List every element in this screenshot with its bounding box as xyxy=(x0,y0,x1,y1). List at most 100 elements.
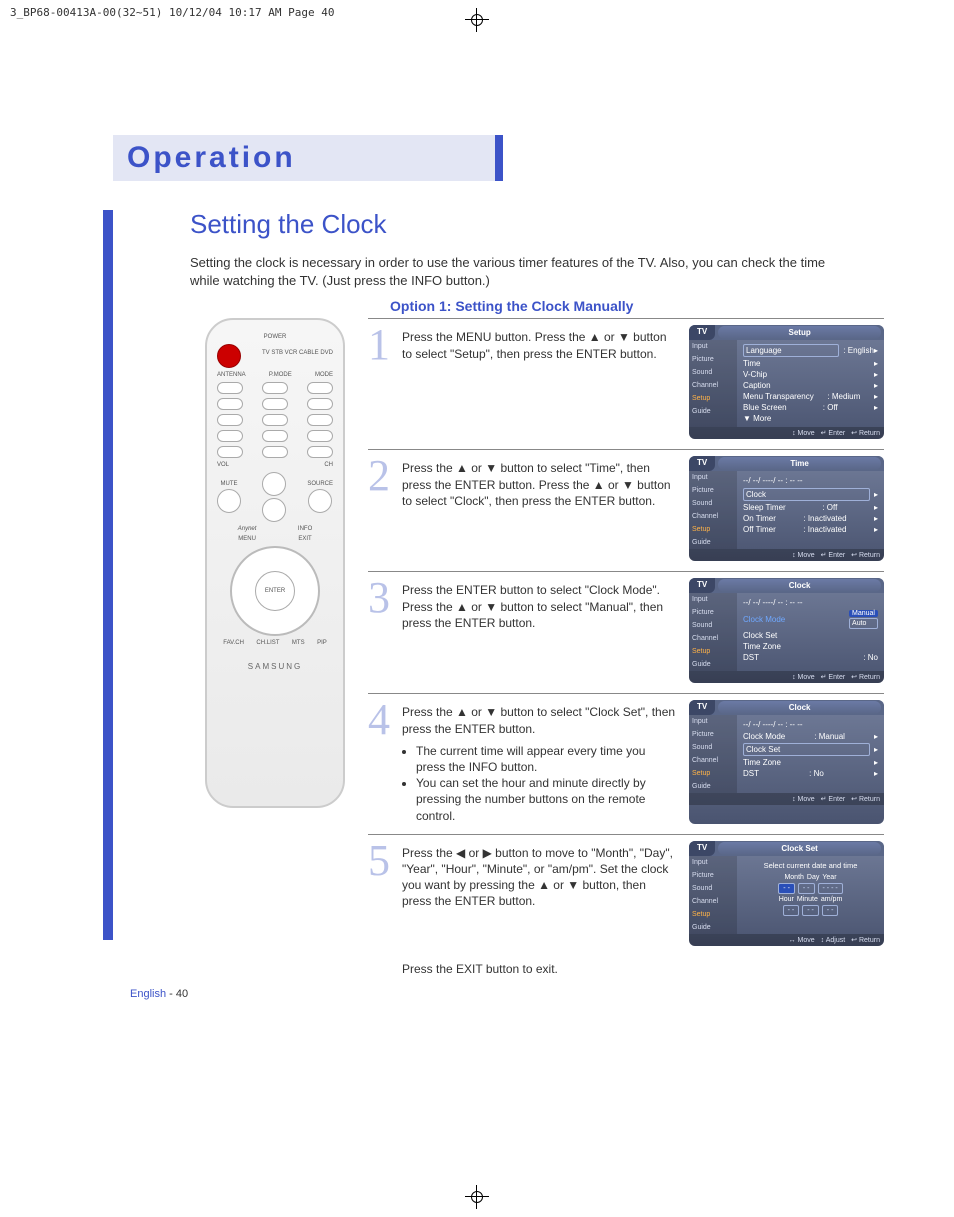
osd-item-label: Clock Set xyxy=(743,631,777,640)
remote-mts-label: MTS xyxy=(292,640,305,646)
osd-title: Setup xyxy=(718,326,881,339)
prech-button[interactable] xyxy=(307,446,333,458)
osd-side-item: Channel xyxy=(689,632,737,645)
dash-button[interactable] xyxy=(217,446,243,458)
num-3-button[interactable] xyxy=(307,398,333,410)
remote-favch-label: FAV.CH xyxy=(223,640,244,646)
osd-field-label: Minute xyxy=(797,896,818,903)
osd-item-label: Off Timer xyxy=(743,525,776,534)
footer-page-num: 40 xyxy=(176,988,188,1000)
osd-item-label: Time Zone xyxy=(743,642,781,651)
osd-screenshot: TVClockInputPictureSoundChannelSetupGuid… xyxy=(689,700,884,823)
chevron-right-icon: ▸ xyxy=(874,769,878,778)
num-8-button[interactable] xyxy=(262,430,288,442)
vol-up-button[interactable] xyxy=(262,472,286,496)
osd-field-value[interactable]: - - xyxy=(778,883,795,894)
chevron-right-icon: ▸ xyxy=(874,346,878,355)
osd-menu-item: DST: No xyxy=(741,652,880,663)
num-4-button[interactable] xyxy=(217,414,243,426)
osd-hint: ↩ Return xyxy=(851,937,880,944)
osd-tv-label: TV xyxy=(689,578,715,593)
osd-screenshot: TVClockInputPictureSoundChannelSetupGuid… xyxy=(689,578,884,683)
step-number: 3 xyxy=(368,578,396,683)
osd-hint: ↵ Enter xyxy=(821,552,846,559)
num-9-button[interactable] xyxy=(307,430,333,442)
osd-option[interactable]: Manual xyxy=(849,610,878,617)
step-text: Press the ▲ or ▼ button to select "Time"… xyxy=(402,456,683,561)
osd-side-item: Sound xyxy=(689,366,737,379)
page-footer: English - 40 xyxy=(130,988,884,1000)
osd-item-value: : English xyxy=(843,346,874,355)
osd-field-value[interactable]: - - - - xyxy=(818,883,843,894)
chevron-right-icon: ▸ xyxy=(874,525,878,534)
osd-hint: ↵ Enter xyxy=(821,430,846,437)
ch-up-button[interactable] xyxy=(262,498,286,522)
left-accent-bar xyxy=(103,210,113,940)
num-6-button[interactable] xyxy=(307,414,333,426)
chevron-right-icon: ▸ xyxy=(874,403,878,412)
osd-footer: ↕ Move↵ Enter↩ Return xyxy=(689,549,884,561)
pmode-button[interactable] xyxy=(262,382,288,394)
chevron-right-icon: ▸ xyxy=(874,381,878,390)
step-number: 2 xyxy=(368,456,396,561)
osd-sidebar: InputPictureSoundChannelSetupGuide xyxy=(689,715,737,793)
osd-hint: ↔ Move xyxy=(789,937,815,944)
osd-item-label: Sleep Timer xyxy=(743,503,786,512)
osd-item-label: Language xyxy=(743,344,839,357)
osd-menu-item: DST: No▸ xyxy=(741,768,880,779)
num-0-button[interactable] xyxy=(262,446,288,458)
enter-button[interactable]: ENTER xyxy=(255,571,295,611)
osd-field-value[interactable]: - - xyxy=(783,905,800,916)
osd-hint: ↕ Move xyxy=(792,552,815,559)
num-7-button[interactable] xyxy=(217,430,243,442)
step-text: Press the ENTER button to select "Clock … xyxy=(402,578,683,683)
step-bullet: The current time will appear every time … xyxy=(416,743,677,775)
chevron-right-icon: ▸ xyxy=(874,514,878,523)
nav-ring[interactable]: ENTER xyxy=(230,546,320,636)
osd-field-value[interactable]: - - xyxy=(802,905,819,916)
osd-side-item: Input xyxy=(689,593,737,606)
mute-button[interactable] xyxy=(217,489,241,513)
osd-menu-item: Caption▸ xyxy=(741,380,880,391)
osd-field-value[interactable]: - - xyxy=(822,905,839,916)
step-3: 3Press the ENTER button to select "Clock… xyxy=(368,571,884,693)
osd-field-value[interactable]: - - xyxy=(798,883,815,894)
remote-device-labels: TV STB VCR CABLE DVD xyxy=(241,344,333,368)
step-text: Press the ▲ or ▼ button to select "Clock… xyxy=(402,700,683,823)
osd-datetime-placeholder: --/ --/ ----/ -- : -- -- xyxy=(741,718,880,731)
remote-control: POWER TV STB VCR CABLE DVD ANTENNAP.MODE… xyxy=(205,318,345,808)
osd-footer: ↕ Move↵ Enter↩ Return xyxy=(689,427,884,439)
num-2-button[interactable] xyxy=(262,398,288,410)
osd-menu-item: ▼ More xyxy=(741,413,880,424)
section-title: Setting the Clock xyxy=(190,209,884,240)
num-1-button[interactable] xyxy=(217,398,243,410)
option-title: Option 1: Setting the Clock Manually xyxy=(390,298,884,314)
osd-side-item: Channel xyxy=(689,379,737,392)
osd-menu-item: Time Zone xyxy=(741,641,880,652)
osd-hint: ↕ Adjust xyxy=(821,937,846,944)
osd-main: --/ --/ ----/ -- : -- --Clock Mode: Manu… xyxy=(737,715,884,793)
num-5-button[interactable] xyxy=(262,414,288,426)
osd-menu-item: Clock▸ xyxy=(741,487,880,502)
osd-hint: ↩ Return xyxy=(851,796,880,803)
power-button[interactable] xyxy=(217,344,241,368)
remote-info-label: INFO xyxy=(298,526,312,532)
step-4: 4Press the ▲ or ▼ button to select "Cloc… xyxy=(368,693,884,833)
source-button[interactable] xyxy=(308,489,332,513)
osd-menu-item: On Timer: Inactivated▸ xyxy=(741,513,880,524)
antenna-button[interactable] xyxy=(217,382,243,394)
osd-side-item: Guide xyxy=(689,921,737,934)
remote-pmode-label: P.MODE xyxy=(269,372,292,378)
osd-menu-item: Menu Transparency: Medium▸ xyxy=(741,391,880,402)
osd-hint: ↩ Return xyxy=(851,674,880,681)
osd-main: --/ --/ ----/ -- : -- --Clock▸Sleep Time… xyxy=(737,471,884,549)
osd-tv-label: TV xyxy=(689,325,715,340)
osd-menu-item: Clock Set▸ xyxy=(741,742,880,757)
osd-item-value: : Inactivated xyxy=(803,514,846,523)
osd-hint: ↵ Enter xyxy=(821,796,846,803)
osd-tv-label: TV xyxy=(689,841,715,856)
osd-item-value: : Medium xyxy=(827,392,860,401)
osd-item-value: : Off xyxy=(822,503,837,512)
osd-option[interactable]: Auto xyxy=(849,618,878,629)
mode-button[interactable] xyxy=(307,382,333,394)
